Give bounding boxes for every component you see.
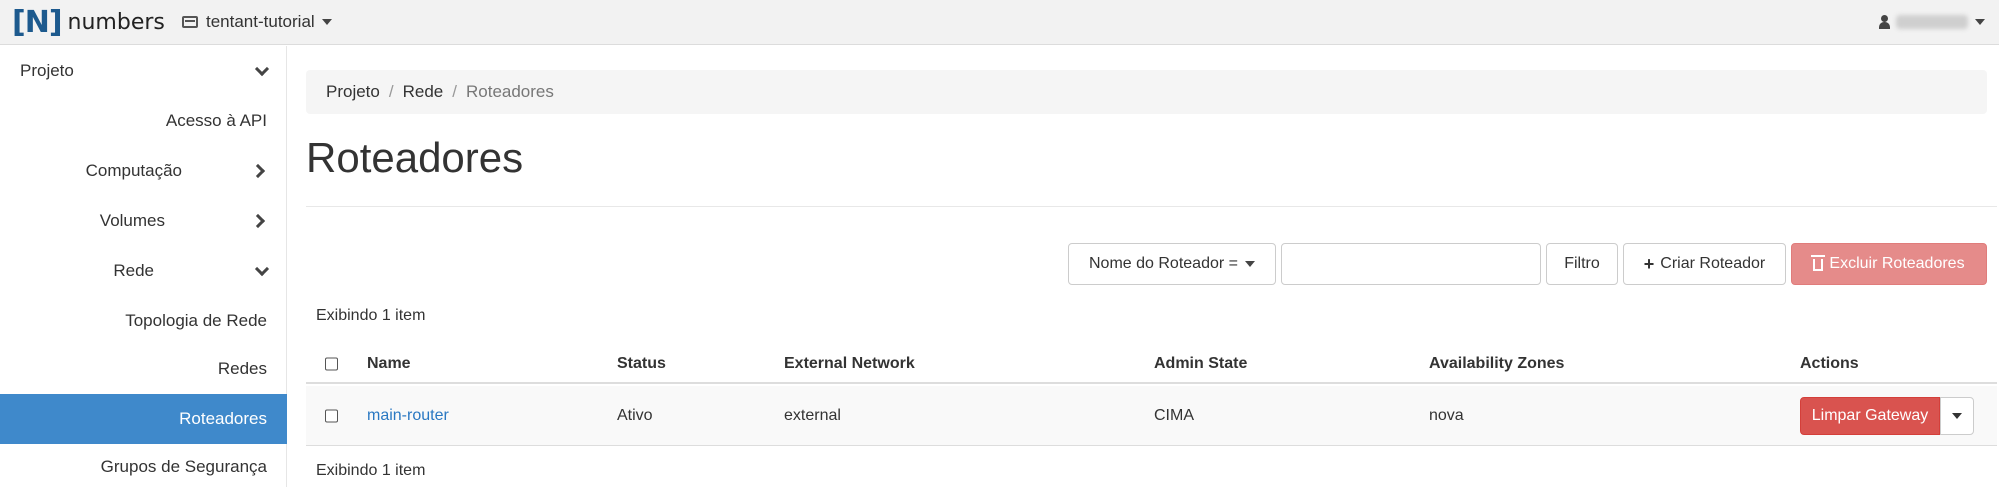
filter-button-label: Filtro (1564, 255, 1600, 272)
sidebar-item-label: Roteadores (179, 409, 267, 428)
breadcrumb-item-projeto[interactable]: Projeto (326, 82, 380, 102)
caret-down-icon (1244, 261, 1255, 267)
filter-field-select[interactable]: Nome do Roteador = (1068, 243, 1276, 285)
user-icon (1879, 15, 1890, 29)
clear-gateway-label: Limpar Gateway (1811, 407, 1929, 424)
trash-icon (1811, 255, 1826, 271)
select-all-checkbox[interactable] (325, 357, 338, 371)
brand-logo[interactable]: [N] numbers (12, 4, 165, 40)
sidebar-item-label: Redes (217, 359, 267, 378)
sidebar-item-rede[interactable]: Rede (0, 246, 287, 296)
project-icon (182, 16, 198, 28)
filter-button[interactable]: Filtro (1546, 243, 1618, 285)
breadcrumb-item-current: Roteadores (465, 82, 554, 101)
clear-gateway-button[interactable]: Limpar Gateway (1800, 397, 1940, 435)
breadcrumb: Projeto / Rede / Roteadores (306, 70, 1987, 114)
sidebar-item-acesso-api[interactable]: Acesso à API (0, 96, 287, 146)
sidebar-item-label: Volumes (99, 211, 165, 230)
top-navbar: [N] numbers tentant-tutorial (0, 0, 1999, 45)
caret-down-icon (1952, 413, 1962, 419)
router-name-link[interactable]: main-router (367, 407, 449, 425)
breadcrumb-separator: / (388, 82, 394, 101)
create-router-button[interactable]: + Criar Roteador (1623, 243, 1786, 285)
sidebar-item-label: Topologia de Rede (125, 311, 267, 330)
project-name: tentant-tutorial (206, 12, 315, 31)
chevron-right-icon (250, 213, 266, 229)
router-availability-zones: nova (1429, 406, 1464, 424)
sidebar-item-label: Acesso à API (165, 111, 267, 130)
page-title: Roteadores (306, 134, 524, 181)
plus-icon: + (1643, 253, 1655, 274)
table-header: Name Status External Network Admin State… (306, 346, 1997, 384)
sidebar-item-grupos-de-seguranca[interactable]: Grupos de Segurança (0, 442, 287, 487)
breadcrumb-item-rede[interactable]: Rede (403, 82, 444, 102)
sidebar-item-label: Projeto (20, 61, 74, 80)
sidebar-item-projeto[interactable]: Projeto (0, 46, 287, 96)
router-external-network: external (784, 406, 841, 424)
delete-routers-label: Excluir Roteadores (1829, 255, 1965, 272)
breadcrumb-separator: / (452, 82, 457, 101)
user-name-blurred (1896, 15, 1968, 29)
caret-down-icon (1975, 19, 1985, 25)
column-header-name[interactable]: Name (367, 355, 411, 373)
router-admin-state: CIMA (1154, 406, 1194, 424)
brand-word: numbers (67, 9, 165, 35)
title-divider (306, 206, 1997, 207)
project-selector[interactable]: tentant-tutorial (182, 10, 332, 34)
sidebar-item-label: Grupos de Segurança (100, 457, 267, 476)
user-menu[interactable] (1879, 12, 1985, 32)
column-header-status[interactable]: Status (617, 355, 666, 373)
caret-down-icon (321, 19, 332, 25)
column-header-external-network[interactable]: External Network (784, 355, 915, 373)
chevron-down-icon (254, 261, 270, 277)
brand-mark: [N] (12, 4, 63, 40)
sidebar-item-redes[interactable]: Redes (0, 344, 287, 394)
filter-search-input[interactable] (1281, 243, 1541, 285)
item-count-bottom: Exibindo 1 item (316, 462, 426, 479)
row-checkbox[interactable] (325, 409, 338, 422)
sidebar-item-topologia-de-rede[interactable]: Topologia de Rede (0, 296, 287, 346)
column-header-actions: Actions (1800, 355, 1859, 372)
filter-field-label: Nome do Roteador = (1089, 255, 1238, 272)
sidebar: Projeto Acesso à API Computação Volumes … (0, 46, 287, 487)
row-actions-dropdown-toggle[interactable] (1940, 397, 1974, 435)
column-header-admin-state[interactable]: Admin State (1154, 355, 1247, 373)
sidebar-item-volumes[interactable]: Volumes (0, 196, 287, 246)
sidebar-item-label: Rede (113, 261, 154, 280)
table-row: main-router Ativo external CIMA nova Lim… (306, 386, 1997, 446)
sidebar-item-computacao[interactable]: Computação (0, 146, 287, 196)
chevron-right-icon (250, 163, 266, 179)
sidebar-item-label: Computação (85, 161, 182, 180)
delete-routers-button[interactable]: Excluir Roteadores (1791, 243, 1987, 285)
sidebar-item-roteadores[interactable]: Roteadores (0, 394, 287, 444)
item-count-top: Exibindo 1 item (316, 307, 426, 324)
create-router-label: Criar Roteador (1660, 255, 1766, 272)
chevron-down-icon (254, 61, 270, 77)
router-status: Ativo (617, 406, 653, 424)
column-header-availability-zones[interactable]: Availability Zones (1429, 355, 1564, 373)
